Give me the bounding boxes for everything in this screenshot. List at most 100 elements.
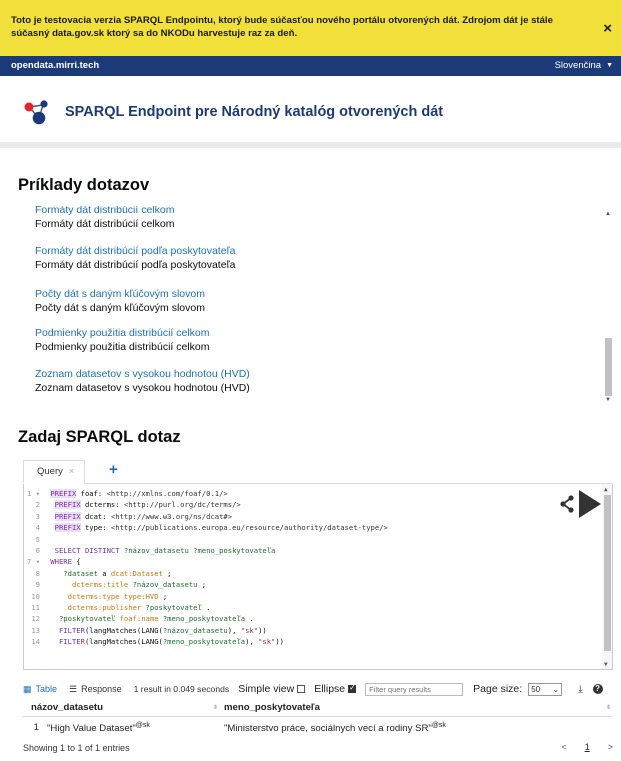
example-description: Formáty dát distribúcií podľa poskytovat… — [35, 259, 236, 271]
results-footer: Showing 1 to 1 of 1 entries < 1 > — [23, 740, 613, 756]
filter-results-input[interactable] — [365, 682, 464, 696]
chevron-down-icon: ⌄ — [552, 684, 560, 694]
simple-view-checkbox[interactable] — [297, 685, 306, 693]
scrollbar-thumb[interactable] — [604, 495, 611, 651]
code-line[interactable]: 14 FILTER(langMatches(LANG(?meno_poskyto… — [24, 636, 599, 647]
sparql-editor[interactable]: 1 ▾ PREFIX foaf: <http://xmlns.com/foaf/… — [23, 484, 613, 670]
language-tag: @sk — [135, 722, 150, 729]
language-tag: @sk — [431, 722, 446, 729]
line-number: 12 — [31, 614, 40, 624]
example-description: Formáty dát distribúcií celkom — [35, 218, 175, 230]
next-page-button[interactable]: > — [608, 742, 613, 752]
page-size-select[interactable]: 50 ⌄ — [528, 682, 563, 696]
tab-query[interactable]: Query × — [23, 460, 85, 484]
sort-icon[interactable]: ⬍ — [606, 704, 611, 711]
cell-value: "High Value Dataset" — [47, 723, 136, 735]
list-item: Podmienky použitia distribúcií celkom Po… — [35, 326, 595, 354]
list-item: Formáty dát distribúcií celkom Formáty d… — [35, 206, 595, 231]
example-link[interactable]: Podmienky použitia distribúcií celkom — [35, 326, 595, 340]
table-header: názov_datasetu ⬍ meno_poskytovateľa ⬍ — [23, 700, 613, 717]
close-icon[interactable]: × — [603, 21, 612, 36]
example-link[interactable]: Zoznam datasetov s vysokou hodnotou (HVD… — [35, 367, 595, 381]
sort-icon[interactable]: ⬍ — [213, 704, 218, 711]
column-header[interactable]: meno_poskytovateľa — [224, 702, 320, 713]
site-host-link[interactable]: opendata.mirri.tech — [11, 60, 99, 71]
test-version-banner: Toto je testovacia verzia SPARQL Endpoin… — [0, 0, 621, 56]
list-item: Formáty dát distribúcií podľa poskytovat… — [35, 244, 595, 272]
line-number: 13 — [31, 625, 40, 635]
code-line[interactable]: 1 ▾ PREFIX foaf: <http://xmlns.com/foaf/… — [24, 488, 599, 499]
example-link[interactable]: Počty dát s daným kľúčovým slovom — [35, 287, 595, 301]
scroll-down-icon[interactable]: ▼ — [604, 661, 608, 668]
line-number: 3 — [35, 511, 40, 521]
scroll-up-icon[interactable]: ▲ — [604, 486, 608, 493]
line-number: 14 — [31, 637, 40, 647]
code-line[interactable]: 8 ?dataset a dcat:Dataset ; — [24, 568, 599, 579]
tab-table[interactable]: ▦ Table — [23, 684, 57, 695]
table-row: 1 "High Value Dataset"@sk "Ministerstvo … — [23, 717, 613, 737]
table-icon: ▦ — [23, 683, 32, 694]
run-query-button[interactable] — [579, 490, 601, 518]
pagination: < 1 > — [561, 742, 613, 752]
add-tab-button[interactable]: + — [109, 462, 118, 477]
close-icon[interactable]: × — [69, 466, 74, 476]
code-line[interactable]: 2 PREFIX dcterms: <http://purl.org/dc/te… — [24, 499, 599, 510]
page-size-value: 50 — [531, 684, 541, 694]
chevron-down-icon: ▼ — [606, 62, 613, 69]
top-nav-bar: opendata.mirri.tech Slovenčina ▼ — [0, 56, 621, 76]
scrollbar-thumb[interactable] — [605, 338, 612, 396]
example-link[interactable]: Formáty dát distribúcií celkom — [35, 206, 595, 217]
code-line[interactable]: 4 PREFIX type: <http://publications.euro… — [24, 522, 599, 533]
query-heading: Zadaj SPARQL dotaz — [18, 428, 181, 446]
line-number: 5 — [35, 534, 40, 544]
simple-view-label: Simple view — [238, 683, 295, 695]
line-number: 2 — [35, 500, 40, 510]
response-icon: ☰ — [69, 683, 78, 694]
code-line[interactable]: 10 dcterms:type type:HVD ; — [24, 591, 599, 602]
scroll-down-icon[interactable]: ▼ — [605, 397, 611, 403]
prev-page-button[interactable]: < — [561, 742, 566, 752]
line-number: 4 — [35, 523, 40, 533]
list-item: Zoznam datasetov s vysokou hodnotou (HVD… — [35, 367, 595, 395]
code-line[interactable]: 5 — [24, 534, 599, 545]
code-line[interactable]: 9 dcterms:title ?názov_datasetu ; — [24, 579, 599, 590]
code-line[interactable]: 6 SELECT DISTINCT ?názov_datasetu ?meno_… — [24, 545, 599, 556]
results-info: 1 result in 0.049 seconds — [133, 684, 230, 694]
line-number: 6 — [35, 546, 40, 555]
code-line[interactable]: 13 FILTER(langMatches(LANG(?názov_datase… — [24, 625, 599, 636]
results-toolbar: ▦ Table ☰ Response 1 result in 0.049 sec… — [23, 680, 613, 698]
column-header[interactable]: názov_datasetu — [31, 702, 103, 713]
nkod-logo-icon — [24, 100, 48, 125]
cell-value: "Ministerstvo práce, sociálnych vecí a r… — [224, 723, 432, 735]
example-link[interactable]: Formáty dát distribúcií podľa poskytovat… — [35, 244, 595, 258]
language-label: Slovenčina — [554, 60, 602, 71]
language-selector[interactable]: Slovenčina ▼ — [555, 60, 613, 71]
share-icon[interactable] — [559, 495, 575, 513]
list-item: Počty dát s daným kľúčovým slovom Počty … — [35, 287, 595, 315]
cell-dataset-name: "High Value Dataset"@sk — [47, 722, 150, 734]
scroll-up-icon[interactable]: ▲ — [605, 211, 611, 217]
line-number: 10 — [31, 591, 40, 601]
code-line[interactable]: 11 dcterms:publisher ?poskytovateľ . — [24, 602, 599, 613]
page-number-button[interactable]: 1 — [585, 742, 590, 752]
editor-scrollbar[interactable]: ▲ ▼ — [602, 484, 612, 669]
page-size-label: Page size: — [473, 683, 523, 695]
ellipse-checkbox[interactable] — [348, 683, 357, 693]
line-number: 8 — [35, 568, 40, 578]
example-description: Podmienky použitia distribúcií celkom — [35, 341, 210, 353]
examples-scrollbar[interactable]: ▲ ▼ — [603, 206, 613, 407]
line-number: 9 — [35, 580, 40, 590]
tab-response[interactable]: ☰ Response — [69, 684, 122, 695]
help-icon[interactable]: ? — [592, 684, 603, 694]
banner-message: Toto je testovacia verzia SPARQL Endpoin… — [11, 15, 553, 39]
tab-response-label: Response — [81, 684, 122, 694]
examples-list[interactable]: Formáty dát distribúcií celkom Formáty d… — [18, 206, 613, 407]
example-description: Počty dát s daným kľúčovým slovom — [35, 302, 205, 314]
site-header: SPARQL Endpoint pre Národný katalóg otvo… — [0, 76, 621, 148]
code-line[interactable]: 7 ▾ WHERE { — [24, 556, 599, 567]
query-tabs: Query × + — [23, 456, 613, 484]
code-line[interactable]: 12 ?poskytovateľ foaf:name ?meno_poskyto… — [24, 613, 599, 624]
ellipse-label: Ellipse — [314, 683, 346, 695]
download-icon[interactable]: ⤓ — [578, 684, 582, 695]
code-line[interactable]: 3 PREFIX dcat: <http://www.w3.org/ns/dca… — [24, 511, 599, 522]
